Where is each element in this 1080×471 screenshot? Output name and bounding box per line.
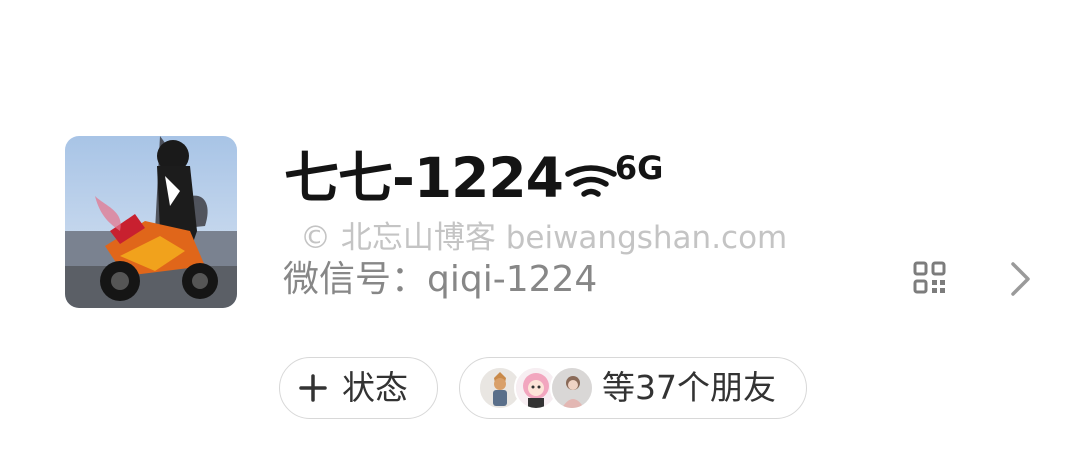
chevron-right-icon[interactable] (1008, 260, 1034, 298)
network-label: 6G (614, 149, 664, 187)
profile-avatar[interactable] (65, 136, 237, 308)
qr-code-icon[interactable] (913, 261, 946, 294)
motorcycle-rider-image (65, 136, 237, 308)
friend-avatar (550, 366, 594, 410)
add-status-button[interactable]: 状态 (279, 357, 438, 419)
watermark-text: © 北忘山博客 beiwangshan.com (300, 220, 788, 256)
plus-icon (299, 374, 327, 402)
network-status: 6G (565, 152, 663, 204)
wechat-id: 微信号：qiqi-1224 (283, 259, 598, 300)
wifi-signal-icon (565, 165, 617, 197)
nickname-row: 七七-1224 6G (284, 140, 663, 216)
nickname: 七七-1224 (284, 146, 564, 210)
friends-label: 等37个朋友 (602, 368, 776, 407)
friends-status-button[interactable]: 等37个朋友 (459, 357, 807, 419)
friend-avatar-stack (478, 366, 594, 410)
status-label: 状态 (342, 368, 408, 407)
profile-header: 七七-1224 6G © 北忘山博客 beiwangshan.com 微信号：q… (0, 0, 1080, 471)
